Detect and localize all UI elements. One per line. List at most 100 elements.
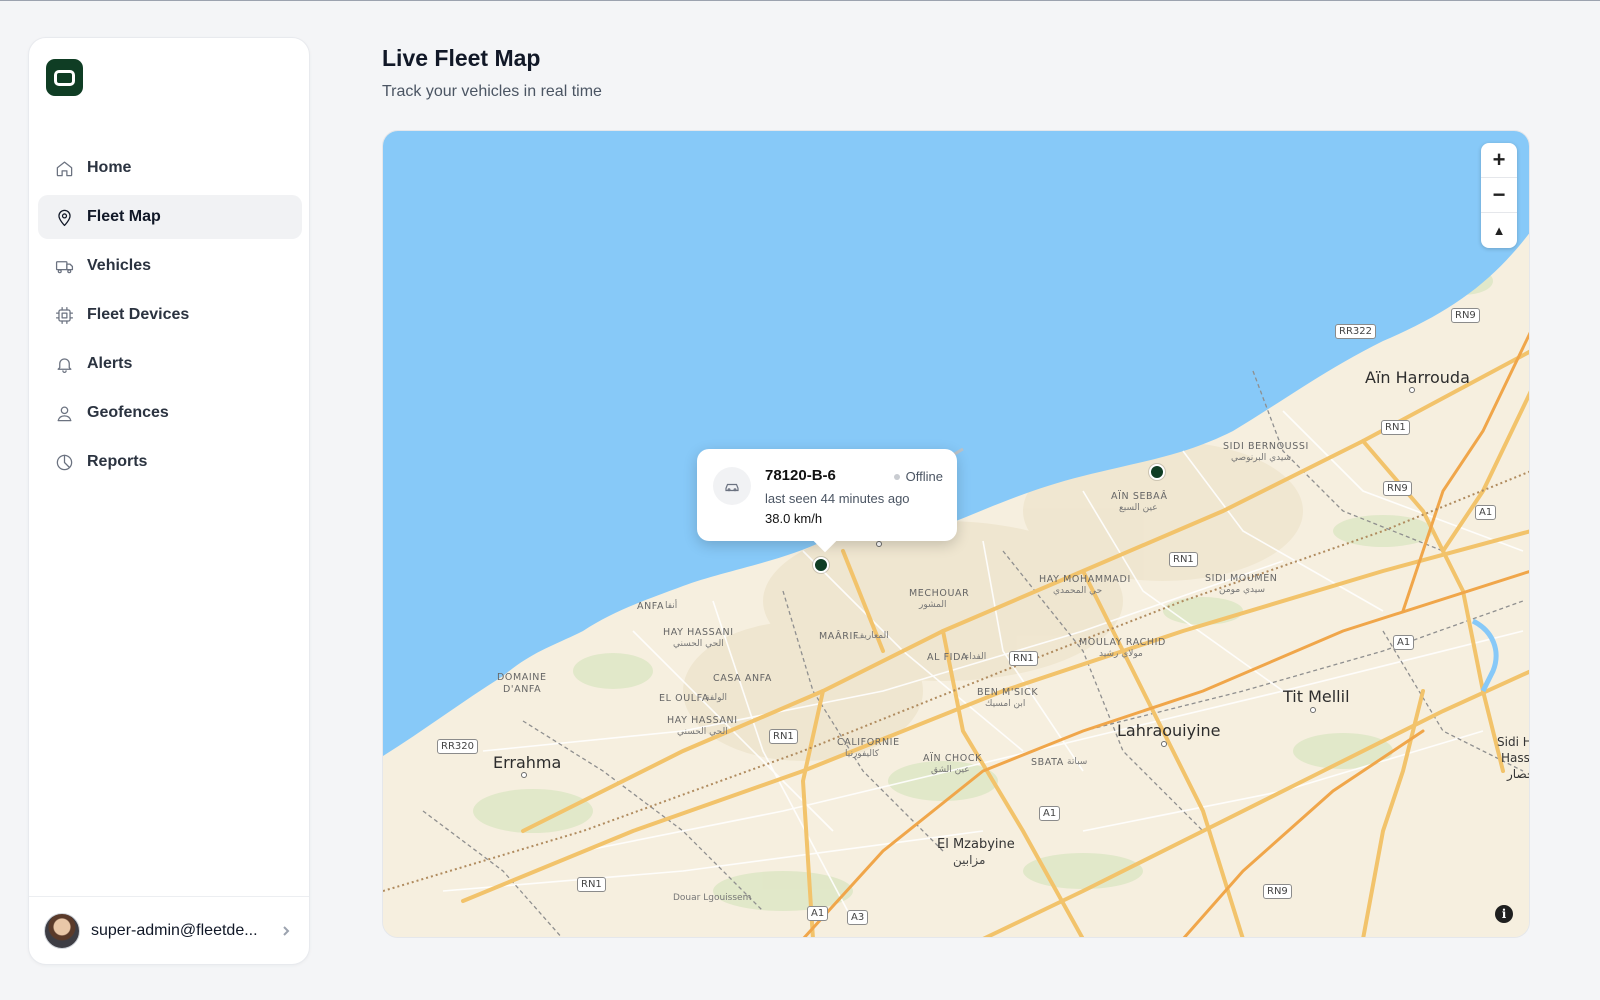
map-label-ain-sebaa: AÏN SEBAÂ	[1111, 491, 1168, 502]
zoom-out-button[interactable]: −	[1481, 178, 1517, 213]
map-label-anfa-ar: أنفا	[665, 601, 678, 611]
user-menu[interactable]: super-admin@fleetde...	[29, 896, 309, 964]
map-label-ben-msick: BEN M'SICK	[977, 687, 1039, 698]
map-label-el-mzabyine: El Mzabyine	[937, 837, 1015, 852]
map-label-lahraouiyine: Lahraouiyine	[1117, 721, 1221, 740]
map-label-tit-mellil: Tit Mellil	[1283, 687, 1350, 706]
truck-icon	[54, 256, 74, 276]
road-shield: RR320	[437, 739, 478, 754]
map-label-ain-chock-ar: عين الشق	[931, 765, 970, 775]
sidebar-item-label: Alerts	[87, 355, 133, 372]
sidebar-item-alerts[interactable]: Alerts	[38, 342, 302, 386]
vehicle-marker-selected[interactable]	[813, 557, 829, 573]
city-dot	[521, 772, 527, 778]
bell-icon	[54, 354, 74, 374]
road-shield: A1	[1475, 505, 1497, 520]
road-shield: RN1	[769, 729, 798, 744]
status-dot-icon	[893, 473, 900, 480]
map-label-sbata: SBATA	[1031, 757, 1064, 768]
city-dot	[1310, 707, 1316, 713]
map-label-hay-hassani-1-ar: الحي الحسني	[673, 639, 724, 649]
status-text: Offline	[905, 469, 943, 484]
fleet-map[interactable]: Aïn Harrouda SIDI BERNOUSSI سيدي البرنوص…	[382, 130, 1530, 938]
page-subtitle: Track your vehicles in real time	[382, 83, 602, 100]
map-label-domaine-anfa-1: DOMAINE	[497, 672, 547, 683]
sidebar-item-geofences[interactable]: Geofences	[38, 391, 302, 435]
pie-chart-icon	[54, 452, 74, 472]
road-shield: A1	[807, 906, 829, 921]
map-label-ain-harrouda: Aïn Harrouda	[1365, 368, 1470, 387]
road-shield: RN9	[1451, 308, 1480, 323]
sidebar-item-home[interactable]: Home	[38, 146, 302, 190]
city-dot	[1409, 387, 1415, 393]
map-label-maarif-ar: المعاريف	[855, 631, 889, 641]
map-label-mechouar: MECHOUAR	[909, 588, 970, 599]
zoom-in-button[interactable]: +	[1481, 143, 1517, 178]
map-label-hay-hassani-2: HAY HASSANI	[667, 715, 738, 726]
poi-dot	[876, 541, 882, 547]
map-label-sbata-ar: سباتة	[1067, 757, 1088, 767]
chevron-right-icon	[279, 924, 293, 938]
map-label-douar-lgouissem: Douar Lgouissem	[673, 893, 752, 903]
map-label-errahma: Errahma	[493, 753, 562, 772]
sidebar-item-label: Fleet Map	[87, 208, 161, 225]
vehicle-marker[interactable]	[1149, 464, 1165, 480]
map-label-sidi-moumen-ar: سيدي مومن	[1219, 585, 1266, 595]
map-label-al-fida: AL FIDA	[927, 652, 968, 663]
vehicle-plate: 78120-B-6	[765, 467, 836, 484]
last-seen: last seen 44 minutes ago	[765, 491, 910, 506]
map-label-el-oulfa-ar: الولفة	[705, 693, 728, 703]
map-controls: + − ▲	[1481, 143, 1517, 248]
map-label-moulay-rachid-ar: مولاي رشيد	[1099, 649, 1143, 659]
map-label-ain-sebaa-ar: عين السبع	[1119, 503, 1158, 513]
road-shield: A1	[1039, 806, 1061, 821]
sidebar-item-label: Vehicles	[87, 257, 152, 274]
map-label-al-fida-ar: الفداء	[965, 652, 987, 662]
map-label-ben-msick-ar: ابن امسيك	[985, 699, 1026, 709]
status-badge: Offline	[893, 469, 943, 484]
map-label-californie-ar: كاليفورنيا	[845, 749, 879, 759]
map-label-sidi-hass-3: حصار	[1507, 767, 1529, 781]
sidebar-nav: Home Fleet Map Vehicles Fleet Devices Al…	[38, 146, 302, 489]
road-shield: RN1	[1381, 420, 1410, 435]
map-pin-icon	[54, 207, 74, 227]
car-icon	[713, 467, 751, 505]
app-logo[interactable]	[46, 59, 83, 96]
map-label-sidi-moumen: SIDI MOUMEN	[1205, 573, 1278, 584]
map-label-domaine-anfa-2: D'ANFA	[503, 684, 542, 695]
road-shield: RR322	[1335, 324, 1376, 339]
map-label-sidi-hass-2: Hass	[1501, 751, 1530, 765]
map-label-hay-mohammadi: HAY MOHAMMADI	[1039, 574, 1131, 585]
user-email: super-admin@fleetde...	[91, 921, 258, 939]
map-label-el-oulfa: EL OULFA	[659, 693, 709, 704]
map-label-sidi-bernoussi: SIDI BERNOUSSI	[1223, 441, 1309, 452]
vehicle-speed: 38.0 km/h	[765, 511, 823, 526]
logo-mark-icon	[54, 69, 75, 86]
sidebar-item-label: Home	[87, 159, 132, 176]
vehicle-popup[interactable]: 78120-B-6 Offline last seen 44 minutes a…	[697, 449, 957, 541]
map-label-sidi-bernoussi-ar: سيدي البرنوصي	[1231, 453, 1292, 463]
map-label-ain-chock: AÏN CHOCK	[923, 753, 982, 764]
map-label-maarif: MAÂRIF	[819, 631, 859, 642]
road-shield: A1	[1393, 635, 1415, 650]
map-label-mechouar-ar: المشور	[919, 600, 947, 610]
info-icon[interactable]: i	[1495, 905, 1513, 923]
city-dot	[1161, 741, 1167, 747]
user-location-icon	[54, 403, 74, 423]
sidebar-item-reports[interactable]: Reports	[38, 440, 302, 484]
map-label-anfa: ANFA	[637, 601, 665, 612]
map-label-sidi-hass-1: Sidi H	[1497, 735, 1530, 749]
road-shield: RN9	[1263, 884, 1292, 899]
road-shield: RN1	[1169, 552, 1198, 567]
road-shield: A3	[847, 910, 869, 925]
sidebar-item-label: Fleet Devices	[87, 306, 190, 323]
sidebar-item-fleet-map[interactable]: Fleet Map	[38, 195, 302, 239]
chip-icon	[54, 305, 74, 325]
map-label-casa-anfa: CASA ANFA	[713, 673, 772, 684]
sidebar-item-vehicles[interactable]: Vehicles	[38, 244, 302, 288]
avatar	[44, 912, 80, 949]
map-label-hay-hassani-1: HAY HASSANI	[663, 627, 734, 638]
compass-button[interactable]: ▲	[1481, 213, 1517, 248]
map-label-hay-mohammadi-ar: حي المحمدي	[1053, 586, 1103, 596]
sidebar-item-fleet-devices[interactable]: Fleet Devices	[38, 293, 302, 337]
